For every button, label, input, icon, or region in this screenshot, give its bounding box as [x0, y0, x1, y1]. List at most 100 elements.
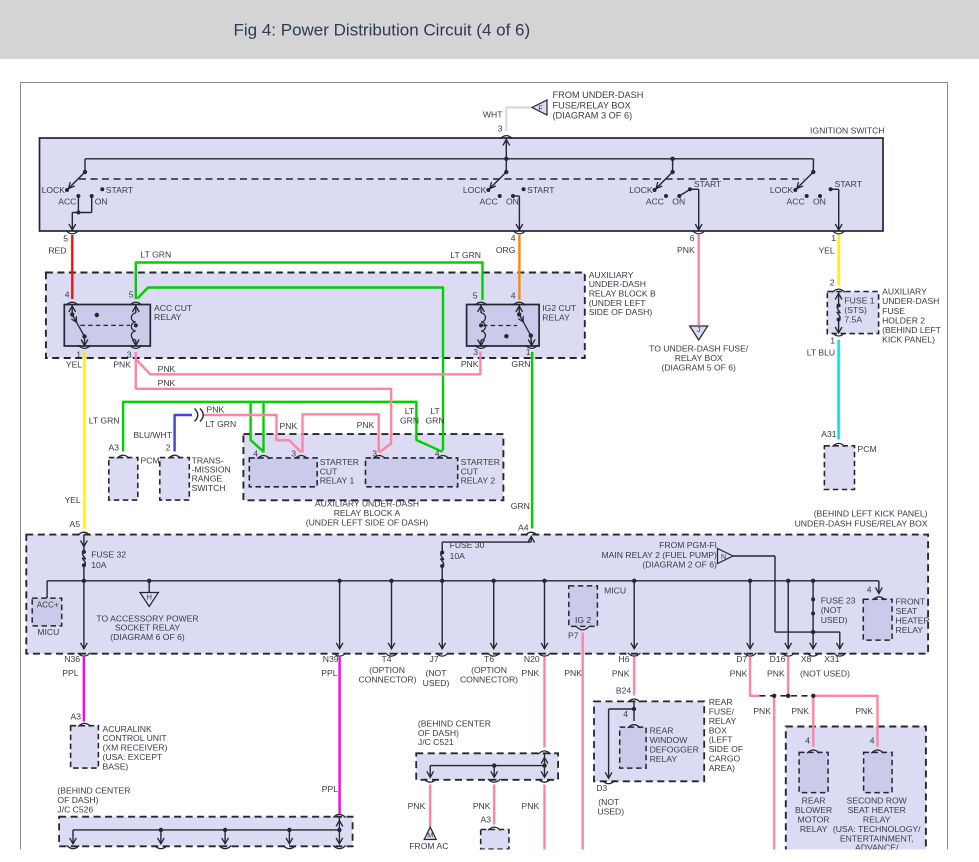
svg-text:LT GRN: LT GRN: [89, 416, 120, 426]
svg-text:FROM UNDER-DASH: FROM UNDER-DASH: [553, 90, 644, 100]
svg-text:10A: 10A: [450, 551, 466, 561]
svg-text:(NOT USED): (NOT USED): [800, 668, 850, 678]
svg-text:RELAY: RELAY: [896, 625, 924, 635]
svg-text:ON: ON: [672, 197, 685, 207]
svg-text:RELAY 2: RELAY 2: [461, 476, 496, 486]
svg-text:PNK: PNK: [612, 668, 630, 678]
svg-text:T4: T4: [381, 654, 391, 664]
svg-text:PNK: PNK: [158, 364, 176, 374]
svg-text:PNK: PNK: [522, 668, 540, 678]
svg-text:FUSE 30: FUSE 30: [450, 540, 485, 550]
svg-text:PNK: PNK: [767, 668, 785, 678]
svg-text:A4: A4: [518, 523, 529, 533]
svg-text:4: 4: [65, 289, 70, 299]
svg-text:FROM PGM-FI: FROM PGM-FI: [659, 540, 717, 550]
svg-text:4: 4: [623, 709, 628, 719]
svg-text:GRN: GRN: [511, 359, 530, 369]
svg-text:FROM AC: FROM AC: [409, 841, 448, 851]
svg-text:3: 3: [473, 347, 478, 357]
svg-text:N20: N20: [524, 654, 540, 664]
svg-text:ON: ON: [95, 197, 108, 207]
svg-text:6: 6: [690, 233, 695, 243]
svg-text:3: 3: [498, 124, 503, 134]
svg-text:AREA): AREA): [709, 763, 735, 773]
svg-text:LT GRN: LT GRN: [450, 250, 481, 260]
svg-text:CONNECTOR): CONNECTOR): [358, 674, 416, 684]
svg-text:LOCK: LOCK: [629, 185, 653, 195]
svg-text:ACC: ACC: [58, 197, 76, 207]
svg-text:LOCK: LOCK: [463, 185, 487, 195]
svg-text:D16: D16: [770, 654, 786, 664]
svg-text:RELAY: RELAY: [800, 824, 828, 834]
svg-text:LT BLU: LT BLU: [807, 347, 835, 357]
svg-text:1: 1: [830, 335, 835, 345]
svg-text:PNK: PNK: [280, 421, 298, 431]
svg-text:YEL: YEL: [818, 245, 834, 255]
svg-text:4: 4: [253, 449, 258, 459]
svg-text:PCM: PCM: [141, 455, 160, 465]
svg-text:(DIAGRAM 2 OF 6): (DIAGRAM 2 OF 6): [642, 559, 717, 569]
svg-text:J7: J7: [430, 654, 439, 664]
svg-text:PNK: PNK: [158, 378, 176, 388]
svg-text:A3: A3: [70, 712, 81, 722]
svg-text:PNK: PNK: [207, 404, 225, 414]
svg-text:(BEHIND LEFT: (BEHIND LEFT: [882, 325, 941, 335]
svg-text:4: 4: [511, 233, 516, 243]
svg-text:N39: N39: [323, 654, 339, 664]
svg-text:PNK: PNK: [522, 801, 540, 811]
svg-text:N36: N36: [64, 654, 80, 664]
svg-text:GRN: GRN: [425, 416, 444, 426]
svg-text:PNK: PNK: [677, 245, 695, 255]
svg-text:LT: LT: [405, 406, 415, 416]
svg-text:PNK: PNK: [408, 801, 426, 811]
svg-text:N: N: [721, 554, 726, 561]
svg-text:P7: P7: [568, 631, 579, 641]
svg-text:FUSE 32: FUSE 32: [91, 550, 126, 560]
svg-text:1: 1: [76, 349, 81, 359]
svg-text:UNDER-DASH FUSE/RELAY BOX: UNDER-DASH FUSE/RELAY BOX: [795, 519, 928, 529]
svg-text:IG 2: IG 2: [575, 615, 591, 625]
svg-text:(OPTION: (OPTION: [471, 665, 507, 675]
svg-text:(DIAGRAM 5 OF 6): (DIAGRAM 5 OF 6): [661, 362, 736, 372]
svg-text:ACC: ACC: [787, 197, 805, 207]
svg-text:(DIAGRAM 6 OF 6): (DIAGRAM 6 OF 6): [110, 632, 185, 642]
svg-text:GRN: GRN: [400, 416, 419, 426]
svg-text:AUXILIARY: AUXILIARY: [882, 287, 927, 297]
svg-text:ACC+: ACC+: [37, 601, 59, 610]
svg-text:4: 4: [867, 585, 872, 595]
svg-text:A5: A5: [69, 519, 80, 529]
svg-text:H: H: [146, 592, 151, 601]
svg-text:3: 3: [127, 349, 132, 359]
svg-text:LOCK: LOCK: [42, 185, 66, 195]
svg-text:5: 5: [473, 290, 478, 300]
svg-text:BLU/WHT: BLU/WHT: [133, 430, 172, 440]
svg-text:LT GRN: LT GRN: [206, 419, 237, 429]
svg-text:MICU: MICU: [604, 586, 626, 596]
svg-text:PPL: PPL: [321, 668, 337, 678]
svg-text:(BEHIND LEFT KICK PANEL): (BEHIND LEFT KICK PANEL): [814, 509, 928, 519]
svg-text:A3: A3: [480, 814, 491, 824]
svg-text:5: 5: [129, 289, 134, 299]
svg-text:PPL: PPL: [322, 784, 338, 794]
svg-text:2: 2: [166, 443, 171, 453]
svg-text:START: START: [694, 179, 722, 189]
svg-text:4: 4: [435, 449, 440, 459]
svg-text:ACC: ACC: [480, 197, 498, 207]
svg-text:10A: 10A: [91, 560, 107, 570]
svg-text:FUSE/RELAY BOX: FUSE/RELAY BOX: [553, 100, 631, 110]
svg-text:IGNITION SWITCH: IGNITION SWITCH: [810, 126, 884, 136]
svg-text:WHT: WHT: [483, 110, 503, 120]
svg-text:LOCK: LOCK: [770, 185, 794, 195]
svg-text:7.5A: 7.5A: [844, 315, 862, 325]
svg-text:ON: ON: [506, 197, 519, 207]
svg-text:RELAY: RELAY: [542, 312, 570, 322]
svg-text:USED): USED): [821, 615, 848, 625]
svg-text:4: 4: [805, 736, 810, 746]
svg-text:UNDER-DASH: UNDER-DASH: [882, 296, 939, 306]
svg-text:PNK: PNK: [730, 668, 748, 678]
svg-text:ACC: ACC: [646, 197, 664, 207]
svg-text:RELAY: RELAY: [650, 754, 678, 764]
svg-text:4: 4: [511, 290, 516, 300]
svg-text:START: START: [106, 185, 134, 195]
svg-text:PNK: PNK: [461, 359, 479, 369]
